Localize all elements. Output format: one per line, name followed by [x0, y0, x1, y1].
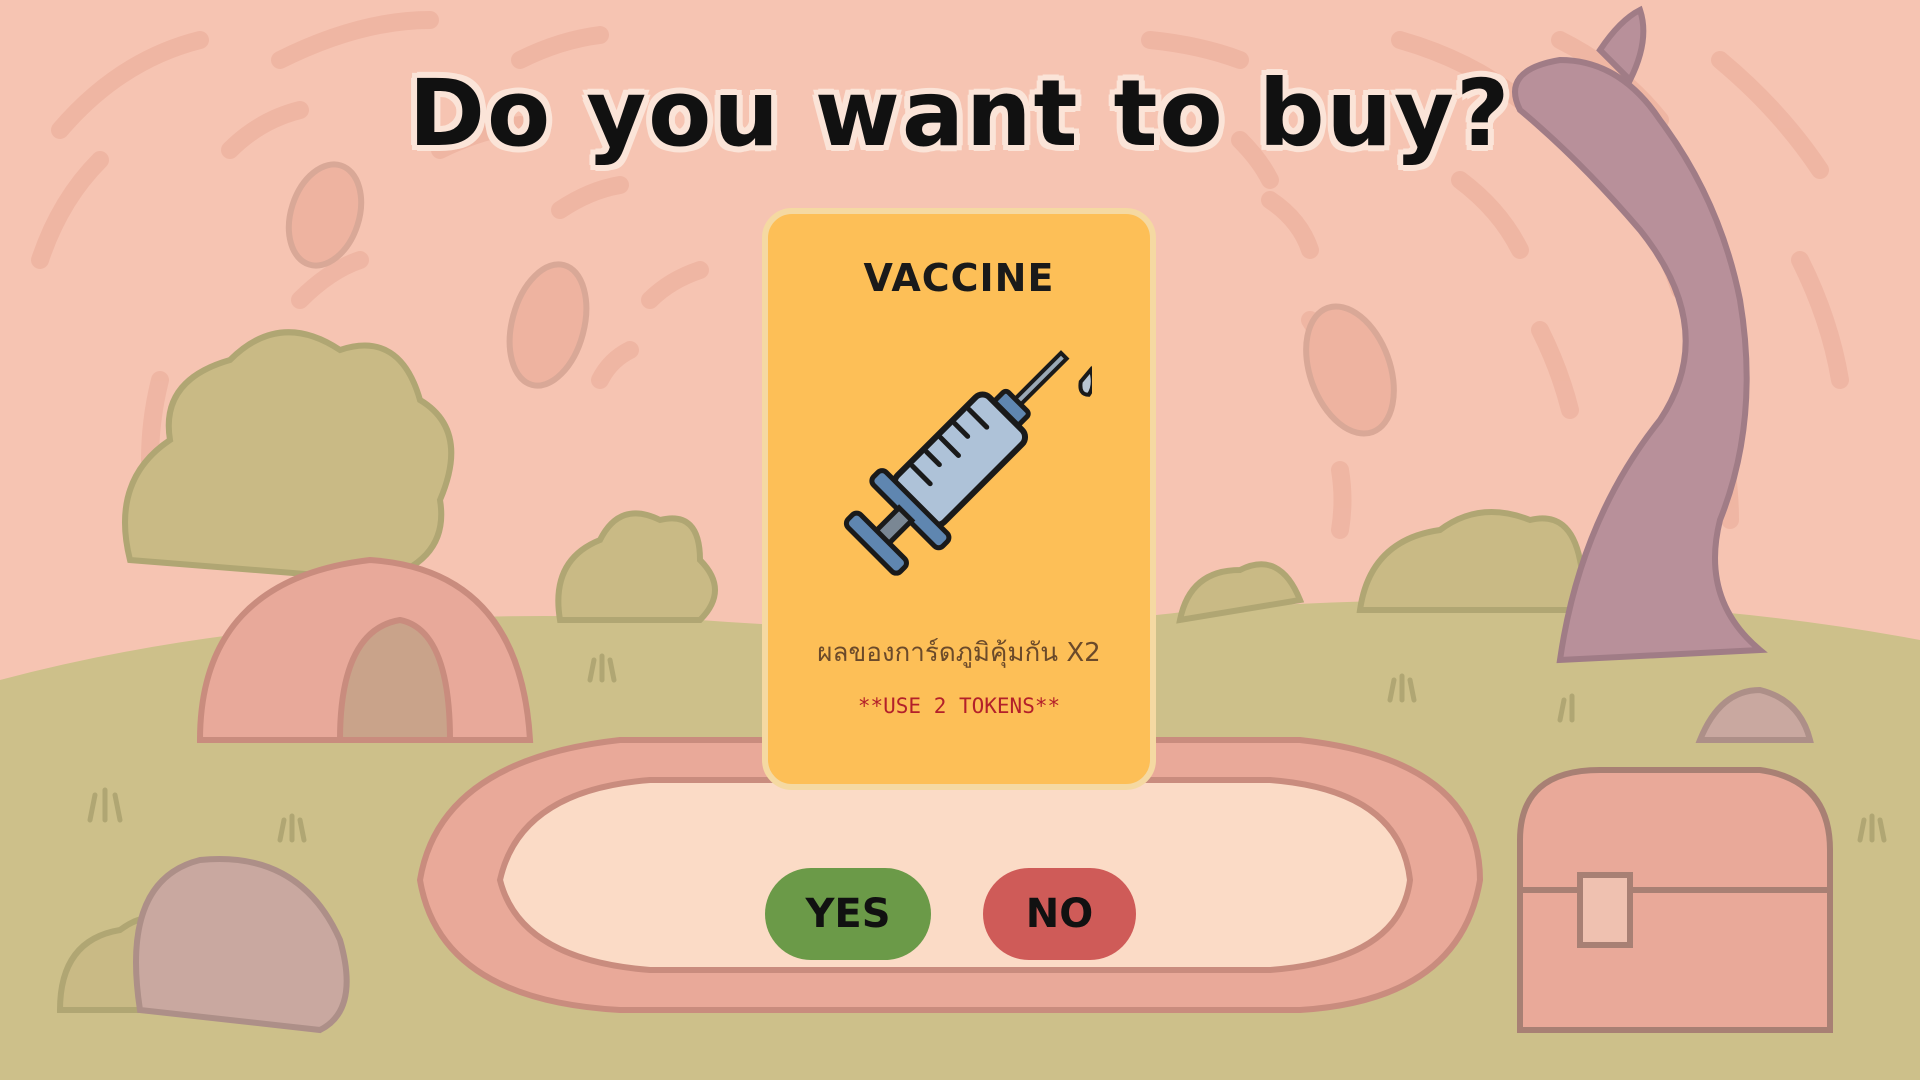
card-effect-text: ผลของการ์ดภูมิคุ้มกัน X2 — [817, 638, 1101, 668]
dialog-title: Do you want to buy? — [408, 60, 1512, 167]
card-cost-text: **USE 2 TOKENS** — [857, 694, 1061, 718]
game-scene: Do you want to buy? VACCINE ผลของการ์ดภู… — [0, 0, 1920, 1080]
item-card: VACCINE ผลของการ์ดภูมิคุ้มกัน X2 **USE 2… — [762, 208, 1156, 790]
card-title: VACCINE — [863, 256, 1055, 300]
syringe-icon — [843, 350, 1092, 576]
no-button[interactable]: NO — [983, 868, 1136, 960]
yes-button[interactable]: YES — [765, 868, 931, 960]
